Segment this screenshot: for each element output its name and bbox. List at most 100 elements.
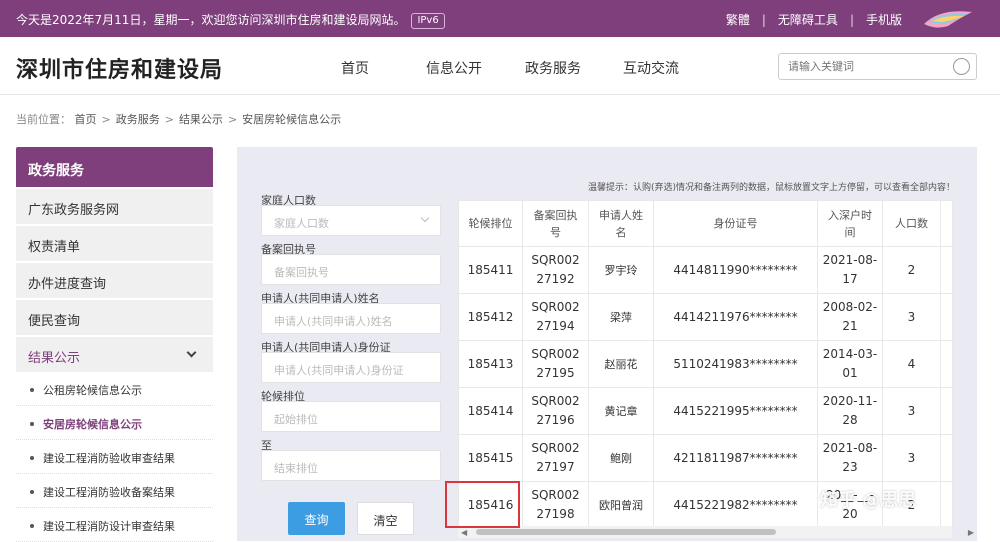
chevron-down-icon[interactable]: [186, 347, 197, 358]
cell-id: 4415221995********: [653, 387, 818, 435]
sidebar-item-label: 办件进度查询: [28, 277, 107, 292]
sidebar-item-convenience-query[interactable]: 便民查询: [16, 300, 213, 335]
cell-rank: 185415: [458, 434, 523, 482]
col-id: 身份证号: [653, 200, 818, 247]
cell-count: 4: [882, 340, 941, 388]
sub-item-affordable-housing[interactable]: 安居房轮候信息公示: [16, 406, 213, 440]
col-receipt: 备案回执号: [522, 200, 589, 247]
breadcrumb-label: 当前位置：: [16, 113, 71, 126]
ipv6-badge: IPv6: [411, 13, 445, 29]
cell-name: 黄记章: [588, 387, 654, 435]
receipt-input[interactable]: 备案回执号: [261, 254, 441, 285]
table-row: 185413 SQR002 27195 赵丽花 5110241983******** 2…: [458, 340, 953, 388]
breadcrumb-gov-service[interactable]: 政务服务: [116, 113, 160, 126]
sidebar-item-power-list[interactable]: 权责清单: [16, 226, 213, 261]
sub-item-label: 公租房轮候信息公示: [43, 384, 142, 397]
rank-start-input[interactable]: 起始排位: [261, 401, 441, 432]
cell-id: 5110241983********: [653, 340, 818, 388]
scroll-left-icon[interactable]: ◀: [461, 528, 467, 537]
sidebar-item-progress-query[interactable]: 办件进度查询: [16, 263, 213, 298]
mobile-link[interactable]: 手机版: [866, 13, 902, 27]
sub-item-label: 建设工程消防设计审查结果: [43, 520, 175, 533]
cell-count: 3: [882, 434, 941, 482]
family-size-select[interactable]: 家庭人口数: [261, 205, 441, 236]
sidebar-item-guangdong-service[interactable]: 广东政务服务网: [16, 189, 213, 224]
sidebar-title: 政务服务: [16, 147, 213, 187]
nav-info-public[interactable]: 信息公开: [426, 58, 482, 78]
results-table: 轮候排位 备案回执号 申请人姓名 身份证号 入深户时间 人口数 185411 SQ…: [458, 200, 953, 529]
greeting-text: 今天是2022年7月11日，星期一，欢迎您访问深圳市住房和建设局网站。: [16, 13, 406, 27]
cell-count: 3: [882, 387, 941, 435]
greeting: 今天是2022年7月11日，星期一，欢迎您访问深圳市住房和建设局网站。 IPv6: [16, 11, 445, 29]
bullet-icon: [30, 422, 34, 426]
nav-gov-service[interactable]: 政务服务: [525, 58, 581, 78]
watermark: 知乎 @思思: [820, 490, 917, 511]
cell-rank: 185413: [458, 340, 523, 388]
cell-more: [940, 293, 953, 341]
cell-date: 2020-11- 28: [817, 387, 883, 435]
chevron-down-icon: [420, 213, 430, 223]
cell-rank: 185411: [458, 246, 523, 294]
col-more: [940, 200, 953, 247]
breadcrumb-results[interactable]: 结果公示: [179, 113, 223, 126]
cell-receipt: SQR002 27196: [522, 387, 589, 435]
cell-name: 鲍刚: [588, 434, 654, 482]
sidebar: 政务服务 广东政务服务网 权责清单 办件进度查询 便民查询 结果公示 公租房轮候…: [16, 147, 213, 542]
cell-rank: 185412: [458, 293, 523, 341]
query-panel: 家庭人口数 家庭人口数 备案回执号 备案回执号 申请人(共同申请人)姓名 申请人…: [237, 147, 977, 541]
cell-id: 4414811990********: [653, 246, 818, 294]
sidebar-item-results[interactable]: 结果公示: [16, 337, 213, 372]
cell-count: 3: [882, 293, 941, 341]
applicant-name-label: 申请人(共同申请人)姓名: [261, 292, 380, 305]
table-header-row: 轮候排位 备案回执号 申请人姓名 身份证号 入深户时间 人口数: [458, 200, 953, 247]
clear-button[interactable]: 清空: [357, 502, 414, 535]
rank-label: 轮候排位: [261, 390, 305, 403]
search-form: 家庭人口数 家庭人口数 备案回执号 备案回执号 申请人(共同申请人)姓名 申请人…: [261, 192, 441, 486]
sidebar-item-label: 便民查询: [28, 314, 81, 329]
accessibility-link[interactable]: 无障碍工具: [778, 13, 838, 27]
cell-more: [940, 481, 953, 529]
cell-name: 赵丽花: [588, 340, 654, 388]
scrollbar-thumb[interactable]: [476, 529, 776, 535]
cell-receipt: SQR002 27194: [522, 293, 589, 341]
cell-more: [940, 434, 953, 482]
cell-date: 2014-03- 01: [817, 340, 883, 388]
site-logo-icon[interactable]: [920, 4, 976, 32]
cell-rank: 185414: [458, 387, 523, 435]
highlight-box: [445, 481, 520, 528]
sub-item-fire-design-review[interactable]: 建设工程消防设计审查结果: [16, 508, 213, 542]
cell-more: [940, 387, 953, 435]
bullet-icon: [30, 456, 34, 460]
rank-to-label: 至: [261, 439, 272, 452]
table-row: 185414 SQR002 27196 黄记章 4415221995******** 2…: [458, 387, 953, 435]
sidebar-item-label: 权责清单: [28, 240, 81, 255]
scroll-right-icon[interactable]: ▶: [968, 528, 974, 537]
top-bar: 今天是2022年7月11日，星期一，欢迎您访问深圳市住房和建设局网站。 IPv6 …: [0, 0, 1000, 37]
search-icon[interactable]: [953, 58, 970, 75]
sub-item-label: 建设工程消防验收备案结果: [43, 486, 175, 499]
receipt-label: 备案回执号: [261, 243, 316, 256]
col-rank: 轮候排位: [458, 200, 523, 247]
search-input[interactable]: [779, 54, 939, 79]
rank-end-input[interactable]: 结束排位: [261, 450, 441, 481]
col-name: 申请人姓名: [588, 200, 654, 247]
breadcrumb-home[interactable]: 首页: [75, 113, 97, 126]
horizontal-scrollbar[interactable]: ◀ ▶: [458, 526, 974, 538]
bullet-icon: [30, 490, 34, 494]
sub-item-fire-acceptance-filing[interactable]: 建设工程消防验收备案结果: [16, 474, 213, 508]
tip-text: 温馨提示：认购(弃选)情况和备注两列的数据，鼠标放置文字上方停留，可以查看全部内…: [587, 183, 955, 193]
sub-item-fire-acceptance-review[interactable]: 建设工程消防验收审查结果: [16, 440, 213, 474]
cell-id: 4211811987********: [653, 434, 818, 482]
nav-home[interactable]: 首页: [341, 58, 369, 78]
cell-date: 2008-02- 21: [817, 293, 883, 341]
site-title[interactable]: 深圳市住房和建设局: [16, 52, 223, 84]
cell-id: 4415221982********: [653, 481, 818, 529]
sub-item-public-rental[interactable]: 公租房轮候信息公示: [16, 372, 213, 406]
applicant-id-input[interactable]: 申请人(共同申请人)身份证: [261, 352, 441, 383]
traditional-chinese-link[interactable]: 繁體: [726, 13, 750, 27]
applicant-id-label: 申请人(共同申请人)身份证: [261, 341, 391, 354]
nav-interaction[interactable]: 互动交流: [623, 58, 679, 78]
applicant-name-input[interactable]: 申请人(共同申请人)姓名: [261, 303, 441, 334]
top-links: 繁體 | 无障碍工具 | 手机版: [725, 13, 902, 27]
query-button[interactable]: 查询: [288, 502, 345, 535]
